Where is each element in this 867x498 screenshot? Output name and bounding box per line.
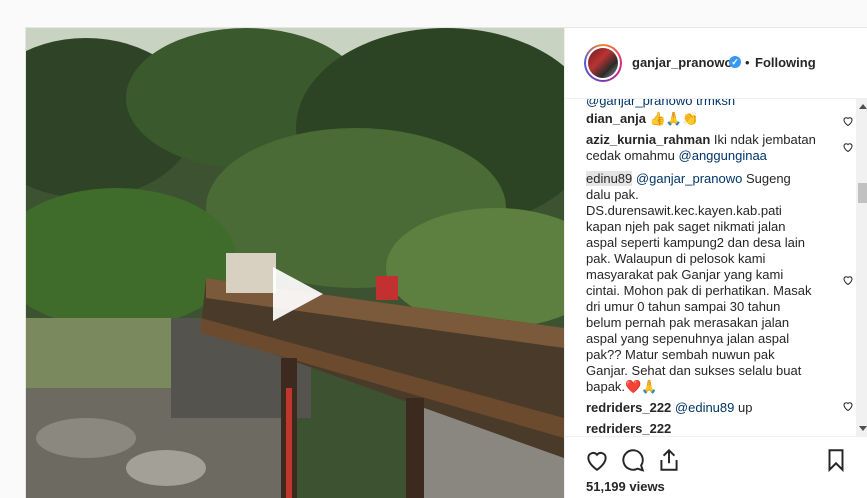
like-comment-heart-icon[interactable] bbox=[842, 274, 854, 286]
scroll-up-arrow-icon[interactable] bbox=[859, 104, 867, 109]
separator-dot: • bbox=[745, 55, 750, 70]
comment-mention[interactable]: @ganjar_pranowo bbox=[636, 171, 742, 186]
view-count: 51,199 views bbox=[586, 479, 665, 494]
following-button[interactable]: Following bbox=[755, 55, 816, 70]
comment-item: redriders_222 @edinu89 up bbox=[586, 400, 816, 416]
post-actions: 51,199 views bbox=[565, 436, 867, 498]
play-icon[interactable] bbox=[267, 265, 325, 323]
scroll-down-arrow-icon[interactable] bbox=[859, 426, 867, 431]
like-comment-heart-icon[interactable] bbox=[842, 141, 854, 153]
comment-username[interactable]: edinu89 bbox=[586, 171, 633, 186]
share-icon[interactable] bbox=[656, 447, 682, 473]
comment-icon[interactable] bbox=[620, 447, 646, 473]
bookmark-icon[interactable] bbox=[823, 447, 849, 473]
comment-username[interactable]: aziz_kurnia_rahman bbox=[586, 132, 710, 147]
heart-icon[interactable] bbox=[584, 447, 610, 473]
username-link[interactable]: ganjar_pranowo bbox=[632, 55, 732, 70]
post-header: ganjar_pranowo ✓ • Following bbox=[565, 28, 867, 99]
comment-username[interactable]: dian_anja bbox=[586, 111, 646, 126]
like-comment-heart-icon[interactable] bbox=[842, 115, 854, 127]
like-comment-heart-icon[interactable] bbox=[842, 400, 854, 412]
comment-text: up bbox=[738, 400, 753, 415]
comment-item: aziz_kurnia_rahman Iki ndak jembatan ced… bbox=[586, 132, 816, 164]
comment-mention[interactable]: @edinu89 bbox=[675, 400, 734, 415]
comment-mention[interactable]: @anggunginaa bbox=[679, 148, 767, 163]
comment-item: edinu89 @ganjar_pranowo Sugeng dalu pak.… bbox=[586, 171, 816, 395]
video-frame bbox=[26, 28, 564, 498]
comment-item: redriders_222 bbox=[586, 421, 816, 436]
post-container: ganjar_pranowo ✓ • Following @ganjar_pra… bbox=[25, 27, 867, 498]
comment-text: Sugeng dalu pak. DS.durensawit.kec.kayen… bbox=[586, 171, 812, 394]
comments-scrollbar[interactable] bbox=[856, 99, 867, 436]
scrollbar-thumb[interactable] bbox=[858, 183, 867, 203]
comment-partial: @ganjar_pranowo trmksh bbox=[586, 99, 736, 108]
comment-username[interactable]: redriders_222 bbox=[586, 400, 671, 415]
comment-item: dian_anja 👍🙏👏 bbox=[586, 111, 816, 127]
verified-badge-icon: ✓ bbox=[729, 56, 741, 68]
comments-list: @ganjar_pranowo trmksh dian_anja 👍🙏👏 azi… bbox=[565, 99, 856, 436]
video-player[interactable] bbox=[26, 28, 564, 498]
comment-text: 👍🙏👏 bbox=[649, 111, 699, 126]
comment-username[interactable]: redriders_222 bbox=[586, 421, 671, 436]
avatar[interactable] bbox=[584, 44, 622, 82]
post-sidebar: ganjar_pranowo ✓ • Following @ganjar_pra… bbox=[564, 28, 867, 498]
